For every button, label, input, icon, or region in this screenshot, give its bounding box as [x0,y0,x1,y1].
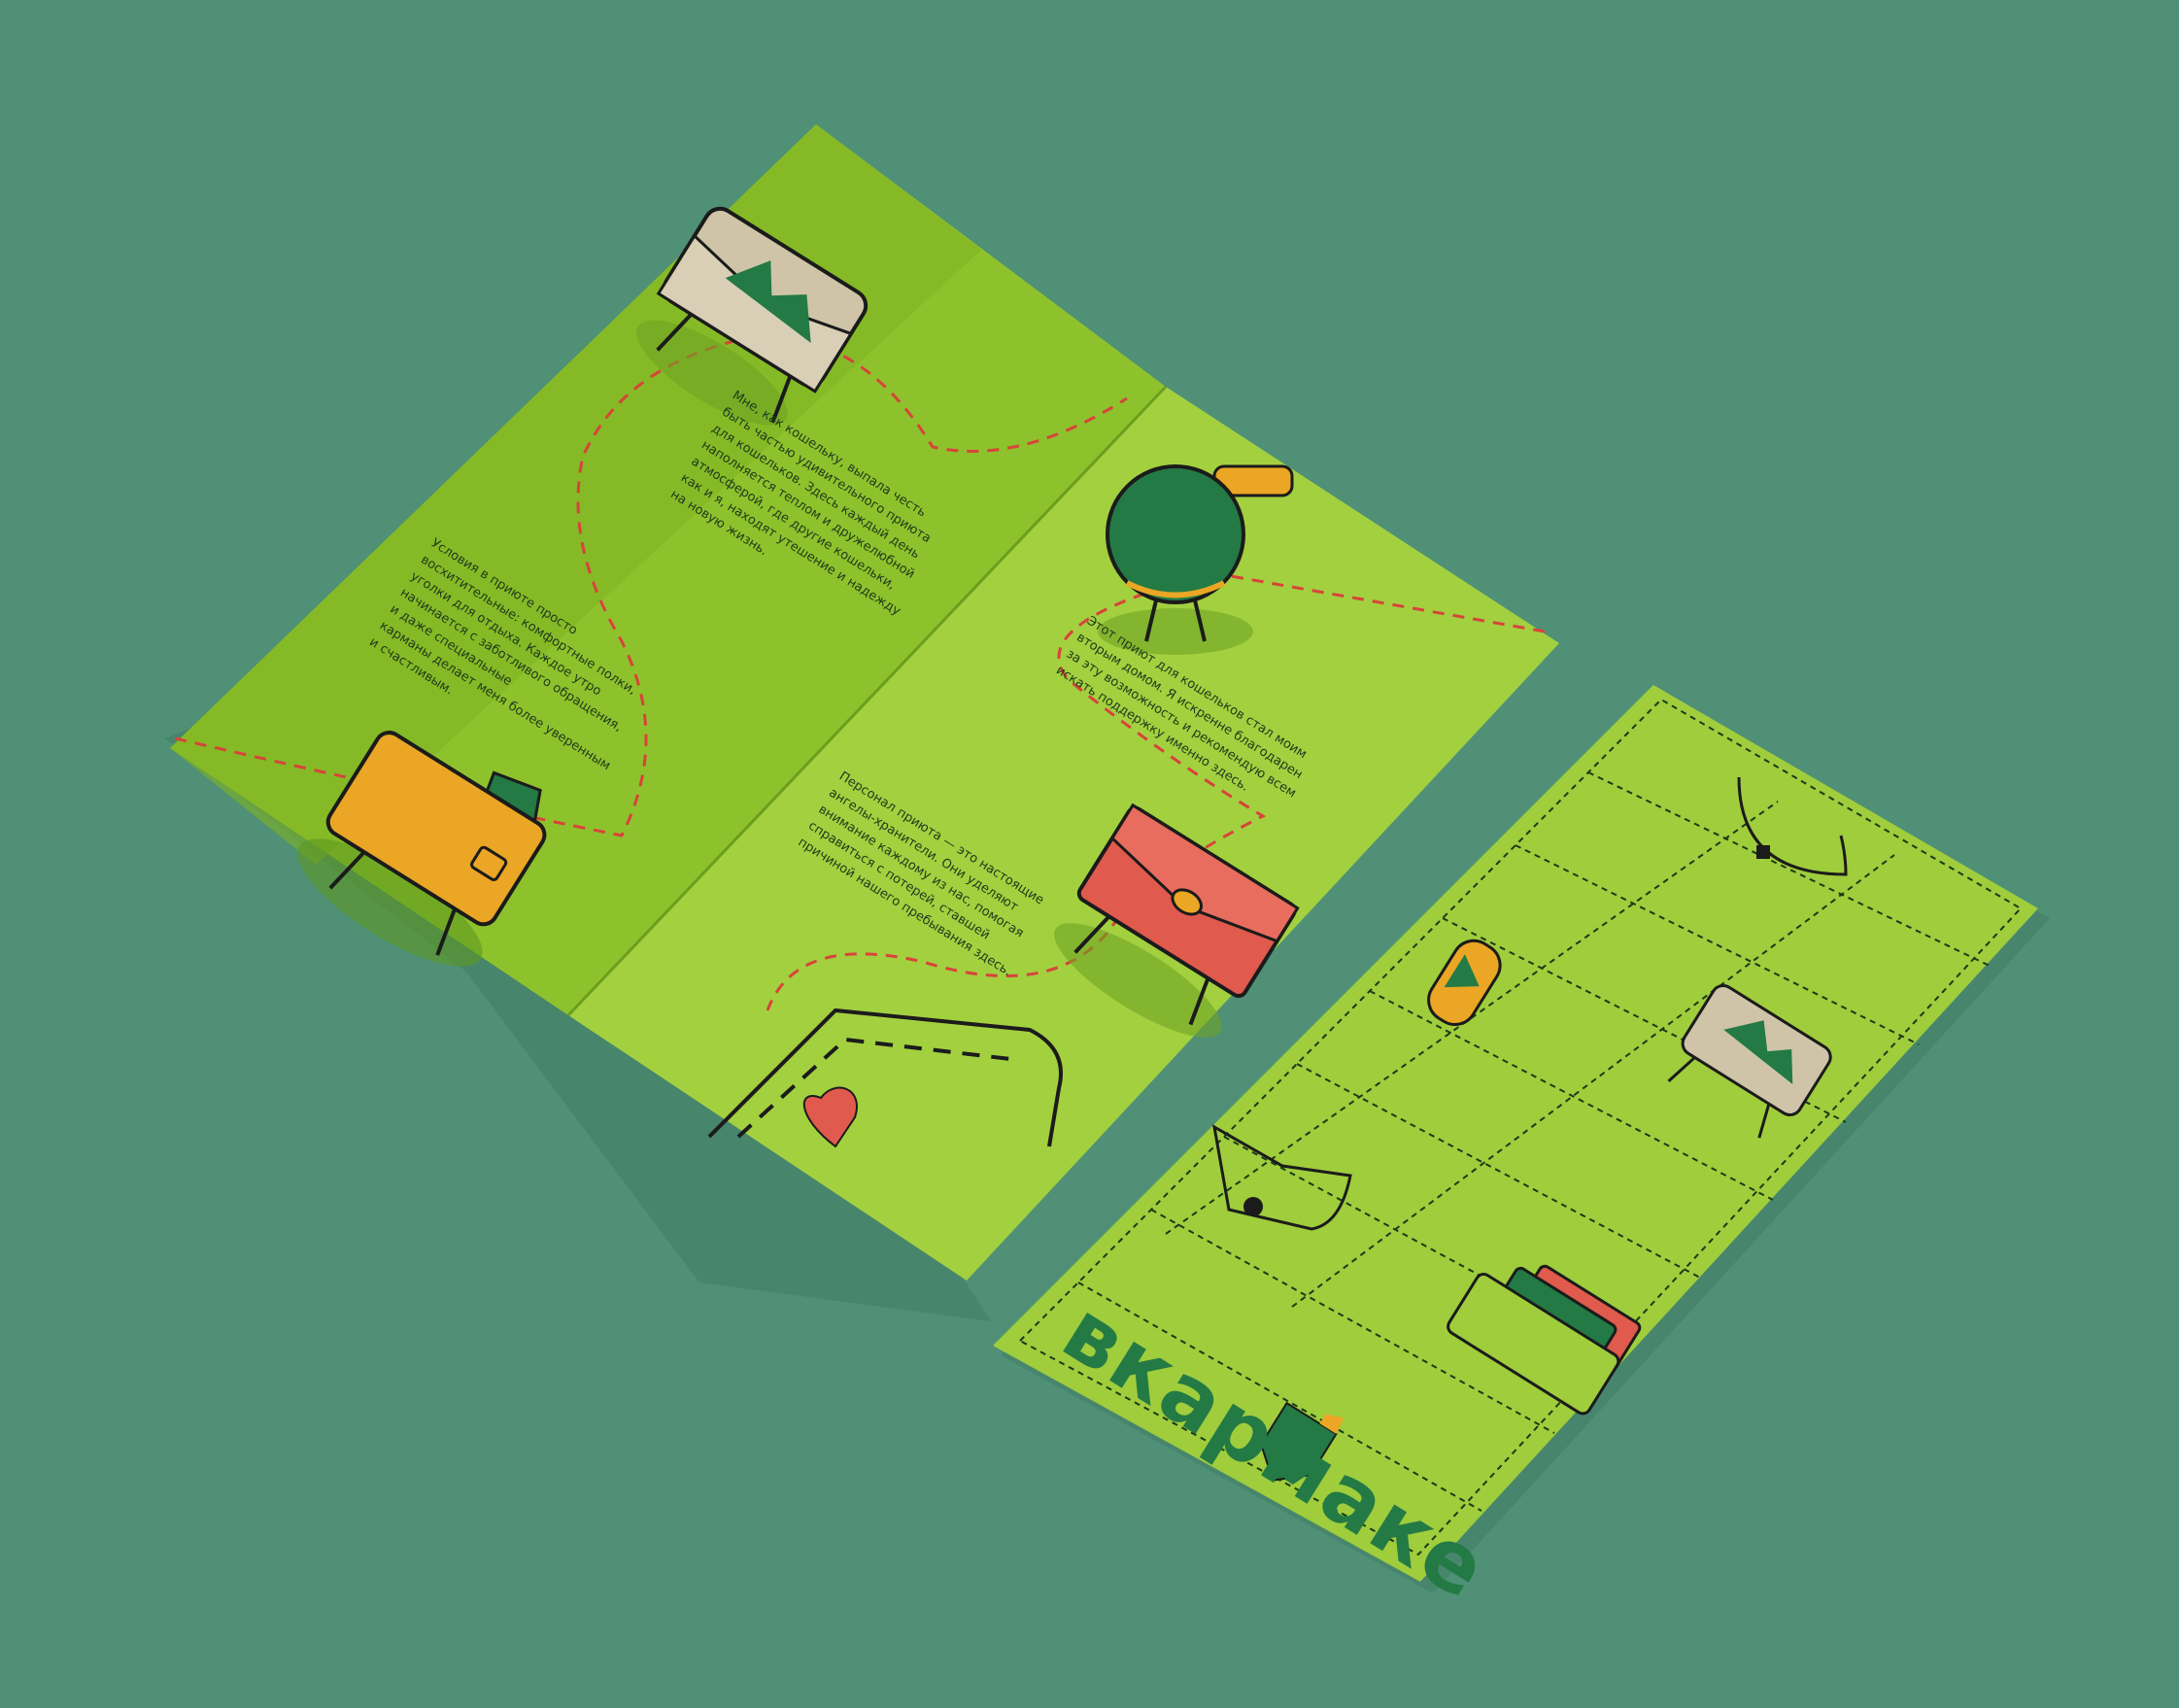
product-mockup [165,124,2050,1593]
